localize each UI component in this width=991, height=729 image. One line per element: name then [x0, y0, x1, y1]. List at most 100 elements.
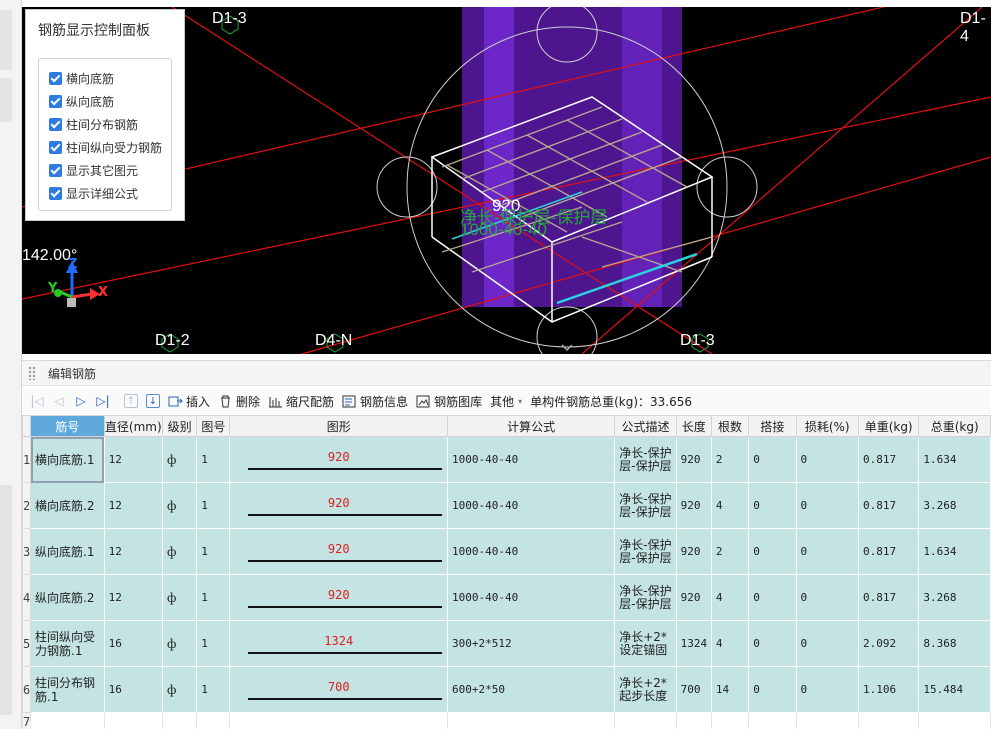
lap-cell[interactable]: 0 — [748, 528, 797, 575]
last-record-icon[interactable]: ▷| — [92, 390, 114, 412]
table-row[interactable]: 3 纵向底筋.1 12 ф 1 920 1000-40-40 净长-保护层-保护层 920 2 0 0… — [21, 528, 991, 575]
empty-cell[interactable] — [675, 712, 712, 729]
length-cell[interactable]: 920 — [675, 436, 712, 483]
move-down-button[interactable]: ↓ — [142, 390, 164, 412]
delete-button[interactable]: 删除 — [214, 390, 264, 412]
rebar-name-cell[interactable]: 横向底筋.1 — [30, 436, 105, 483]
formula-description-cell[interactable]: 净长+2*设定锚固 — [614, 620, 677, 667]
unit-weight-cell[interactable]: 0.817 — [857, 528, 920, 575]
empty-cell[interactable] — [161, 712, 198, 729]
total-weight-cell[interactable]: 3.268 — [918, 482, 991, 529]
lap-cell[interactable]: 0 — [748, 620, 797, 667]
insert-button[interactable]: 插入 — [164, 390, 214, 412]
checkbox-checked[interactable] — [49, 141, 62, 154]
lap-cell[interactable]: 0 — [748, 666, 797, 713]
loss-cell[interactable]: 0 — [795, 666, 859, 713]
empty-cell[interactable] — [748, 712, 797, 729]
empty-cell[interactable] — [857, 712, 920, 729]
grade-cell[interactable]: ф — [161, 436, 198, 483]
other-menu-button[interactable]: 其他 ▾ — [486, 390, 526, 412]
formula-description-cell[interactable]: 净长-保护层-保护层 — [614, 574, 677, 621]
formula-cell[interactable]: 300+2*512 — [447, 620, 616, 667]
length-cell[interactable]: 700 — [675, 666, 712, 713]
total-weight-cell[interactable]: 1.634 — [918, 436, 991, 483]
unit-weight-cell[interactable]: 1.106 — [857, 666, 920, 713]
unit-weight-cell[interactable]: 0.817 — [857, 482, 920, 529]
next-record-icon[interactable]: ▷ — [70, 390, 92, 412]
table-row[interactable]: 2 横向底筋.2 12 ф 1 920 1000-40-40 净长-保护层-保护层 920 4 0 0… — [21, 482, 991, 529]
option-column-longitudinal-bar[interactable]: 柱间纵向受力钢筋 — [49, 136, 171, 159]
column-header[interactable]: 搭接 — [748, 415, 797, 437]
checkbox-checked[interactable] — [49, 95, 62, 108]
formula-description-cell[interactable]: 净长+2*起步长度 — [614, 666, 677, 713]
option-column-distribution-bar[interactable]: 柱间分布钢筋 — [49, 113, 171, 136]
rebar-name-cell[interactable]: 柱间纵向受力钢筋.1 — [30, 620, 105, 667]
rebar-library-button[interactable]: 钢筋图库 — [412, 390, 486, 412]
empty-cell[interactable] — [447, 712, 616, 729]
table-row[interactable]: 6 柱间分布钢筋.1 16 ф 1 700 600+2*50 净长+2*起步长度 700 14 0 0… — [21, 666, 991, 713]
unit-weight-cell[interactable]: 0.817 — [857, 574, 920, 621]
count-cell[interactable]: 14 — [710, 666, 750, 713]
count-cell[interactable]: 2 — [710, 528, 750, 575]
count-cell[interactable]: 4 — [710, 482, 750, 529]
grade-cell[interactable]: ф — [161, 482, 198, 529]
option-vertical-bottom-bar[interactable]: 纵向底筋 — [49, 90, 171, 113]
empty-cell[interactable] — [103, 712, 164, 729]
option-horizontal-bottom-bar[interactable]: 横向底筋 — [49, 67, 171, 90]
column-header[interactable]: 损耗(%) — [795, 415, 859, 437]
column-header[interactable]: 图形 — [229, 415, 449, 437]
sidebar-tab[interactable] — [0, 78, 12, 122]
loss-cell[interactable]: 0 — [795, 528, 859, 575]
shape-cell[interactable]: 920 — [229, 482, 449, 529]
total-weight-cell[interactable]: 3.268 — [918, 574, 991, 621]
formula-cell[interactable]: 1000-40-40 — [447, 482, 616, 529]
count-cell[interactable]: 4 — [710, 620, 750, 667]
unit-weight-cell[interactable]: 2.092 — [857, 620, 920, 667]
column-header[interactable]: 公式描述 — [614, 415, 677, 437]
checkbox-checked[interactable] — [49, 72, 62, 85]
formula-cell[interactable]: 1000-40-40 — [447, 528, 616, 575]
shape-cell[interactable]: 920 — [229, 574, 449, 621]
shape-cell[interactable]: 700 — [229, 666, 449, 713]
figure-number-cell[interactable]: 1 — [196, 436, 231, 483]
table-row[interactable]: 5 柱间纵向受力钢筋.1 16 ф 1 1324 300+2*512 净长+2*设定锚固 132… — [21, 620, 991, 667]
loss-cell[interactable]: 0 — [795, 436, 859, 483]
count-cell[interactable]: 4 — [710, 574, 750, 621]
diameter-cell[interactable]: 12 — [103, 574, 164, 621]
column-header[interactable]: 单重(kg) — [857, 415, 920, 437]
table-row[interactable]: 4 纵向底筋.2 12 ф 1 920 1000-40-40 净长-保护层-保护层 920 4 0 0… — [21, 574, 991, 621]
rebar-name-cell[interactable]: 纵向底筋.2 — [30, 574, 105, 621]
length-cell[interactable]: 920 — [675, 574, 712, 621]
grade-cell[interactable]: ф — [161, 528, 198, 575]
empty-cell[interactable] — [229, 712, 449, 729]
column-header[interactable]: 级别 — [161, 415, 198, 437]
length-cell[interactable]: 1324 — [675, 620, 712, 667]
total-weight-cell[interactable]: 15.484 — [918, 666, 991, 713]
column-header[interactable]: 计算公式 — [447, 415, 616, 437]
empty-cell[interactable] — [795, 712, 859, 729]
column-header[interactable]: 总重(kg) — [918, 415, 991, 437]
scale-rebar-button[interactable]: 缩尺配筋 — [264, 390, 338, 412]
formula-description-cell[interactable]: 净长-保护层-保护层 — [614, 436, 677, 483]
loss-cell[interactable]: 0 — [795, 620, 859, 667]
sidebar-tab[interactable] — [0, 10, 12, 70]
lap-cell[interactable]: 0 — [748, 436, 797, 483]
table-row[interactable]: 1 横向底筋.1 12 ф 1 920 1000-40-40 净长-保护层-保护层 920 2 0 0… — [21, 436, 991, 483]
empty-cell[interactable] — [30, 712, 105, 729]
checkbox-checked[interactable] — [49, 164, 62, 177]
sidebar-panel[interactable] — [0, 485, 12, 715]
diameter-cell[interactable]: 16 — [103, 666, 164, 713]
checkbox-checked[interactable] — [49, 118, 62, 131]
column-header[interactable]: 筋号 — [30, 415, 105, 437]
table-row-empty[interactable]: 7 — [21, 712, 991, 729]
formula-cell[interactable]: 1000-40-40 — [447, 574, 616, 621]
total-weight-cell[interactable]: 8.368 — [918, 620, 991, 667]
option-show-detailed-formula[interactable]: 显示详细公式 — [49, 182, 171, 205]
figure-number-cell[interactable]: 1 — [196, 482, 231, 529]
diameter-cell[interactable]: 12 — [103, 482, 164, 529]
grade-cell[interactable]: ф — [161, 666, 198, 713]
length-cell[interactable]: 920 — [675, 528, 712, 575]
rebar-name-cell[interactable]: 纵向底筋.1 — [30, 528, 105, 575]
shape-cell[interactable]: 1324 — [229, 620, 449, 667]
shape-cell[interactable]: 920 — [229, 436, 449, 483]
